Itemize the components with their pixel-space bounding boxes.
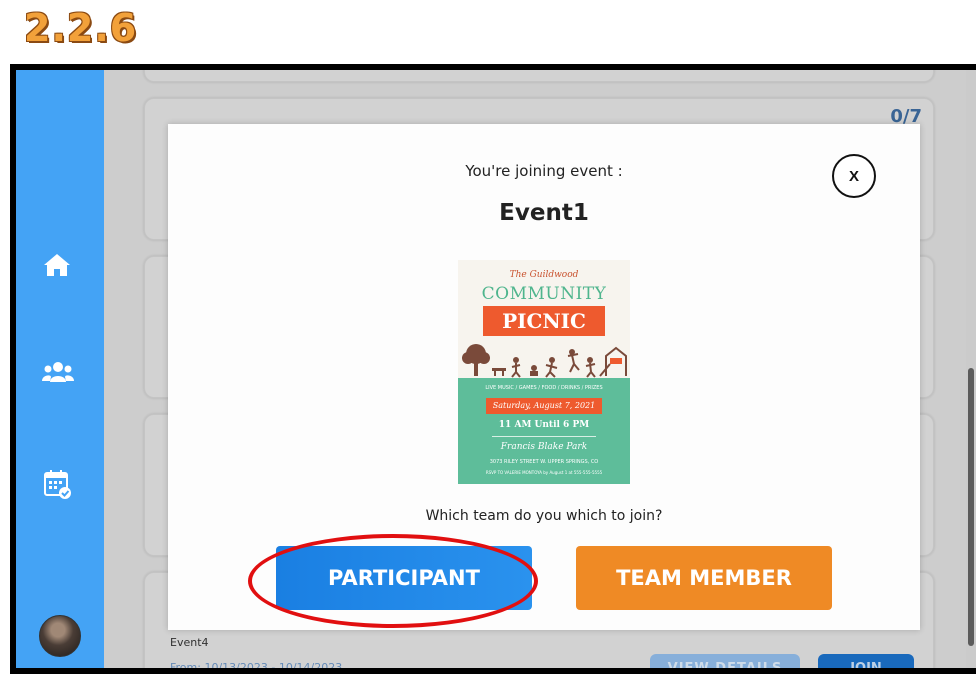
calendar-check-icon[interactable] xyxy=(42,468,72,500)
users-icon[interactable] xyxy=(42,360,74,386)
flyer-details: LIVE MUSIC / GAMES / FOOD / DRINKS / PRI… xyxy=(458,378,630,484)
event-flyer-image: The Guildwood COMMUNITY PICNIC LIVE MUSI… xyxy=(458,260,630,484)
app-window: 0/7 Event4 From: 10/13/2023 - 10/14/2023… xyxy=(10,64,976,674)
flyer-host: The Guildwood xyxy=(509,270,579,280)
team-question: Which team do you which to join? xyxy=(425,508,663,524)
flyer-contact: RSVP TO VALERIE MONTOYA by August 1 at 5… xyxy=(485,470,603,475)
flyer-divider xyxy=(492,436,596,437)
join-event-modal: You're joining event : Event1 X The Guil… xyxy=(168,124,920,630)
team-member-button[interactable]: TEAM MEMBER xyxy=(576,546,832,610)
participant-button[interactable]: PARTICIPANT xyxy=(276,546,532,610)
flyer-venue: Francis Blake Park xyxy=(500,442,588,452)
event-name: Event1 xyxy=(499,200,589,226)
flyer-community: COMMUNITY xyxy=(481,284,607,304)
flyer-activities: LIVE MUSIC / GAMES / FOOD / DRINKS / PRI… xyxy=(485,385,603,391)
home-icon[interactable] xyxy=(42,250,72,280)
avatar[interactable] xyxy=(39,615,81,657)
section-number: 2.2.6 xyxy=(24,6,138,50)
flyer-picnic: PICNIC xyxy=(483,306,605,336)
sidebar xyxy=(16,70,104,668)
flyer-address: 3073 RILEY STREET W. UPPER SPRINGS, CO xyxy=(489,459,599,465)
flyer-date: Saturday, August 7, 2021 xyxy=(486,398,602,414)
joining-label: You're joining event : xyxy=(465,162,623,180)
picnic-scene-icon xyxy=(462,344,627,378)
close-button[interactable]: X xyxy=(832,154,876,198)
flyer-time: 11 AM Until 6 PM xyxy=(498,420,590,430)
